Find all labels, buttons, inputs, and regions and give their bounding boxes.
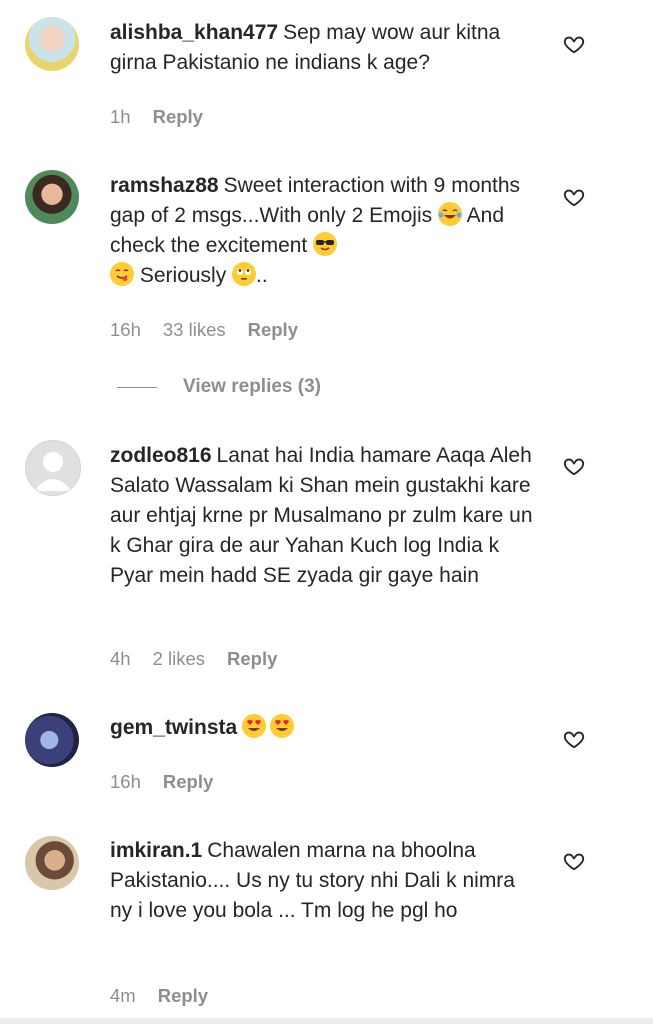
reply-button[interactable]: Reply	[153, 106, 203, 127]
heart-outline-icon[interactable]	[563, 728, 585, 750]
comment-body: alishba_khan477 Sep may wow aur kitna gir…	[110, 18, 540, 78]
like-count[interactable]: 2 likes	[153, 648, 205, 669]
smiling-face-with-heart-eyes-icon	[270, 714, 295, 738]
comment-time: 16h	[110, 319, 141, 340]
comment-username[interactable]: ramshaz88	[110, 174, 219, 197]
avatar[interactable]	[25, 836, 79, 890]
comment-meta: 4m Reply	[110, 985, 230, 1007]
comment-meta: 4h 2 likes Reply	[110, 648, 299, 670]
comment-body: zodleo816 Lanat hai India hamare Aaqa Ale…	[110, 441, 540, 591]
bottom-divider	[0, 1018, 653, 1024]
reply-button[interactable]: Reply	[163, 771, 213, 792]
comment-username[interactable]: zodleo816	[110, 444, 212, 467]
comment-username[interactable]: gem_twinsta	[110, 716, 237, 739]
avatar[interactable]	[25, 170, 79, 224]
heart-outline-icon[interactable]	[563, 33, 585, 55]
face-with-rolling-eyes-icon	[232, 262, 257, 286]
comment-username[interactable]: imkiran.1	[110, 839, 202, 862]
comment-time: 4m	[110, 985, 136, 1006]
reply-button[interactable]: Reply	[248, 319, 298, 340]
face-with-tears-of-joy-icon	[437, 202, 462, 226]
avatar[interactable]	[25, 713, 79, 767]
default-avatar-icon[interactable]	[25, 440, 81, 496]
like-count[interactable]: 33 likes	[163, 319, 226, 340]
heart-outline-icon[interactable]	[563, 850, 585, 872]
comment-body: imkiran.1 Chawalen marna na bhoolna Pakis…	[110, 836, 540, 926]
avatar[interactable]	[25, 17, 79, 71]
comment-text: ..	[256, 264, 268, 287]
comment-meta: 16h Reply	[110, 771, 235, 793]
comment-time: 16h	[110, 771, 141, 792]
view-replies-label[interactable]: View replies (3)	[183, 376, 321, 398]
face-savoring-food-icon	[110, 262, 134, 286]
comment-time: 1h	[110, 106, 131, 127]
reply-button[interactable]: Reply	[158, 985, 208, 1006]
comment-body: gem_twinsta	[110, 713, 540, 743]
reply-button[interactable]: Reply	[227, 648, 277, 669]
comment-text: Seriously	[139, 264, 233, 287]
comment-time: 4h	[110, 648, 131, 669]
heart-outline-icon[interactable]	[563, 455, 585, 477]
heart-outline-icon[interactable]	[563, 186, 585, 208]
divider	[117, 386, 157, 388]
comment-username[interactable]: alishba_khan477	[110, 21, 278, 44]
comment-meta: 16h 33 likes Reply	[110, 319, 320, 341]
comment-body: ramshaz88 Sweet interaction with 9 months…	[110, 171, 540, 291]
smiling-face-with-sunglasses-icon	[313, 232, 338, 256]
smiling-face-with-heart-eyes-icon	[242, 714, 267, 738]
comment-meta: 1h Reply	[110, 106, 225, 128]
view-replies-button[interactable]: View replies (3)	[117, 376, 321, 398]
